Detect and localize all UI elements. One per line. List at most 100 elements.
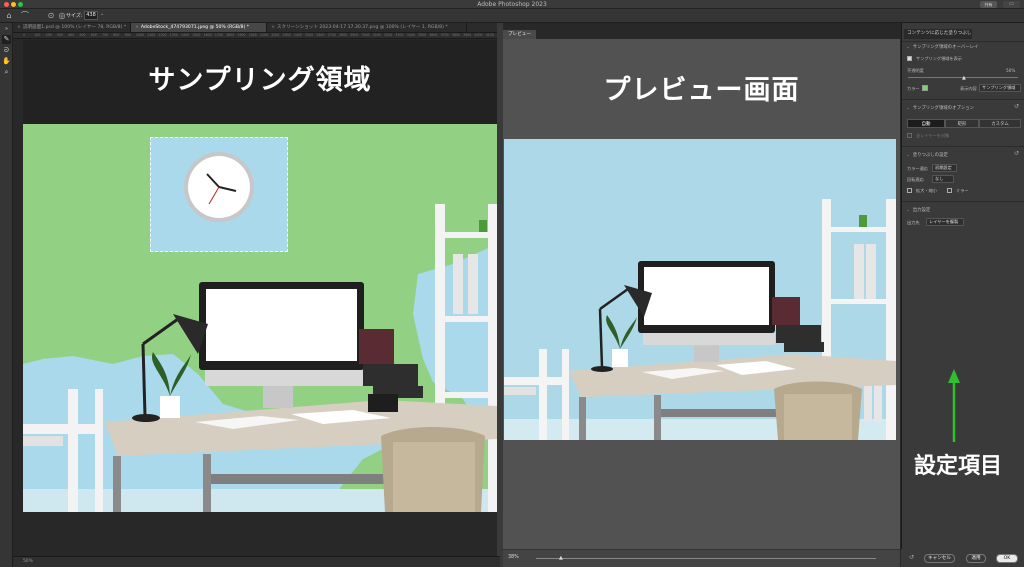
apply-button[interactable]: 適用 bbox=[966, 554, 986, 563]
share-button[interactable]: 共有 bbox=[980, 1, 997, 8]
preview-panel: プレビュー画面 bbox=[503, 39, 900, 549]
ruler-tick-label: 1100 bbox=[147, 33, 156, 37]
display-label: 表示内容 bbox=[960, 86, 977, 91]
ruler-tick-label: 3000 bbox=[361, 33, 370, 37]
reset-icon[interactable]: ↺ bbox=[1014, 103, 1019, 110]
preview-zoom-bar: 38% ▲ bbox=[503, 549, 900, 567]
close-tab-icon[interactable]: × bbox=[135, 25, 139, 30]
overlay-color-swatch[interactable] bbox=[922, 85, 928, 91]
size-label: サイズ: bbox=[66, 13, 83, 19]
sampling-options-header[interactable]: ⌄ サンプリング領域のオプション bbox=[906, 105, 974, 111]
sampling-region-frame[interactable] bbox=[150, 137, 288, 252]
ruler-tick-label: 1500 bbox=[192, 33, 201, 37]
opacity-slider-thumb[interactable]: ▲ bbox=[962, 75, 966, 81]
preview-zoom-value[interactable]: 38% bbox=[508, 555, 519, 560]
document-tabs: × 説明画面1.psd @ 100% (レイヤー 78, RGB/8) * × Ad… bbox=[13, 23, 500, 33]
mirror-checkbox[interactable] bbox=[947, 188, 952, 193]
ruler-tick-label: 900 bbox=[124, 33, 131, 37]
ruler-tick-label: 1400 bbox=[181, 33, 190, 37]
ruler-tick-label: 4100 bbox=[485, 33, 494, 37]
hand-tool-icon[interactable]: ✋ bbox=[2, 57, 11, 66]
opacity-label: 不透明度 bbox=[907, 68, 924, 73]
document-tab[interactable]: × スクリーンショット 2023-04-17 17.30.37.png @ 100… bbox=[267, 23, 467, 32]
scale-checkbox[interactable] bbox=[907, 188, 912, 193]
reset-icon[interactable]: ↺ bbox=[1014, 150, 1019, 157]
segment-custom[interactable]: カスタム bbox=[979, 119, 1021, 128]
app-title: Adobe Photoshop 2023 bbox=[477, 1, 547, 8]
chevron-down-icon: ⌄ bbox=[906, 208, 910, 213]
cancel-button[interactable]: キャンセル bbox=[924, 554, 955, 563]
opacity-value[interactable]: 50% bbox=[1006, 68, 1015, 73]
fill-settings-header[interactable]: ⌄ 塗りつぶしの設定 bbox=[906, 152, 948, 158]
preview-photo bbox=[504, 139, 896, 440]
zoom-tool-icon[interactable]: ⌕ bbox=[2, 68, 11, 77]
reset-all-icon[interactable]: ↺ bbox=[909, 554, 914, 561]
horizontal-ruler: 0 100 200 300 400 500 600 700 800 900 1000 1100 1200… bbox=[13, 33, 505, 39]
output-dropdown[interactable]: レイヤーを複製 bbox=[926, 218, 964, 226]
segment-auto[interactable]: 自動 bbox=[907, 119, 945, 128]
output-settings-header[interactable]: ⌄ 出力設定 bbox=[906, 207, 930, 213]
ruler-tick-label: 1900 bbox=[237, 33, 246, 37]
size-input[interactable]: 438 bbox=[84, 11, 98, 20]
ruler-tick-label: 2800 bbox=[339, 33, 348, 37]
home-icon[interactable]: ⌂ bbox=[4, 11, 14, 21]
ruler-tick-label: 4000 bbox=[474, 33, 483, 37]
lasso-tool-icon[interactable]: ⌒ bbox=[20, 11, 30, 21]
show-sampling-label: サンプリング領域を表示 bbox=[916, 56, 962, 61]
ruler-tick-label: 2500 bbox=[305, 33, 314, 37]
show-sampling-checkbox[interactable] bbox=[907, 56, 912, 61]
ruler-tick-label: 2100 bbox=[260, 33, 269, 37]
zoom-slider[interactable] bbox=[536, 558, 876, 559]
overlay-section-header[interactable]: ⌄ サンプリング領域のオーバーレイ bbox=[906, 44, 978, 50]
document-canvas[interactable]: サンプリング領域 bbox=[23, 40, 497, 512]
ruler-tick-label: 0 bbox=[23, 33, 26, 37]
brush-tool-icon[interactable]: ✎ bbox=[2, 35, 11, 44]
rotate-adapt-dropdown[interactable]: なし bbox=[932, 175, 954, 183]
ruler-ticks: 0 100 200 300 400 500 600 700 800 900 1000 1100 1200… bbox=[13, 33, 505, 38]
ruler-tick-label: 3700 bbox=[440, 33, 449, 37]
ruler-tick-label: 700 bbox=[102, 33, 109, 37]
segment-rectangle[interactable]: 矩形 bbox=[945, 119, 979, 128]
brush-options-icon[interactable]: ⊙ bbox=[46, 11, 56, 21]
collapse-icon[interactable]: » bbox=[2, 25, 11, 34]
close-tab-icon[interactable]: × bbox=[271, 25, 275, 30]
color-adapt-dropdown[interactable]: 初期設定 bbox=[932, 164, 957, 172]
chevron-down-icon: ⌄ bbox=[906, 153, 910, 158]
ruler-tick-label: 1800 bbox=[226, 33, 235, 37]
ruler-tick-label: 3100 bbox=[372, 33, 381, 37]
window-arrange-icon[interactable]: ▭ bbox=[1003, 1, 1020, 8]
close-tab-icon[interactable]: × bbox=[17, 25, 21, 30]
ruler-tick-label: 1300 bbox=[169, 33, 178, 37]
chevron-down-icon[interactable]: ⌄ bbox=[100, 11, 104, 17]
display-dropdown[interactable]: サンプリング領域 bbox=[979, 84, 1021, 92]
scale-label: 拡大・縮小 bbox=[916, 188, 937, 193]
document-tab[interactable]: × 説明画面1.psd @ 100% (レイヤー 78, RGB/8) * bbox=[13, 23, 131, 32]
zoom-slider-thumb[interactable]: ▲ bbox=[559, 555, 563, 561]
document-zoom-level[interactable]: 50% bbox=[23, 559, 33, 564]
ruler-tick-label: 3300 bbox=[395, 33, 404, 37]
ruler-tick-label: 2000 bbox=[248, 33, 257, 37]
ruler-tick-label: 3800 bbox=[451, 33, 460, 37]
ruler-tick-label: 2700 bbox=[327, 33, 336, 37]
mirror-label: ミラー bbox=[956, 188, 969, 193]
ruler-tick-label: 3900 bbox=[463, 33, 472, 37]
document-tab-active[interactable]: × AdobeStock_474793071.jpeg @ 50% (RGB/8)… bbox=[131, 23, 267, 32]
ok-button[interactable]: OK bbox=[996, 554, 1018, 563]
ruler-tick-label: 300 bbox=[56, 33, 63, 37]
output-label: 出力先 bbox=[907, 220, 920, 225]
ruler-tick-label: 400 bbox=[68, 33, 75, 37]
lasso-tool-icon[interactable]: ᘐ bbox=[2, 46, 11, 55]
panel-tab[interactable]: コンテンツに応じた塗りつぶし bbox=[904, 29, 972, 39]
all-layers-checkbox[interactable] bbox=[907, 133, 912, 138]
ruler-tick-label: 500 bbox=[79, 33, 86, 37]
preview-tab[interactable]: プレビュー bbox=[503, 30, 536, 39]
color-adapt-label: カラー適応 bbox=[907, 166, 928, 171]
ruler-tick-label: 3200 bbox=[384, 33, 393, 37]
ruler-tick-label: 600 bbox=[90, 33, 97, 37]
ruler-tick-label: 1000 bbox=[135, 33, 144, 37]
chevron-down-icon: ⌄ bbox=[906, 45, 910, 50]
settings-heading: 設定項目 bbox=[913, 454, 1002, 479]
all-layers-label: 全レイヤーを対象 bbox=[916, 133, 950, 138]
ruler-tick-label: 3400 bbox=[406, 33, 415, 37]
document-status-bar: 50% bbox=[13, 556, 500, 567]
